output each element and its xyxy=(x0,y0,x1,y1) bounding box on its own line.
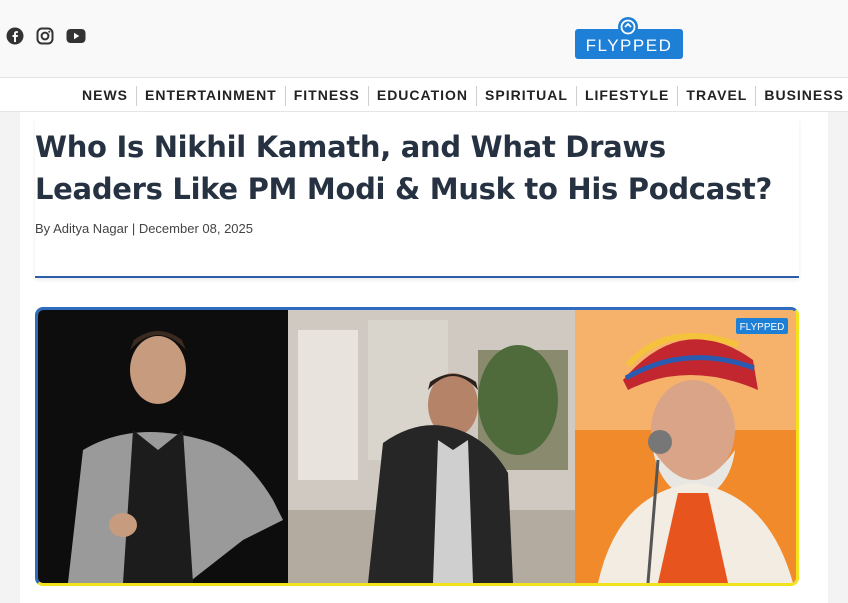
logo-text: FLYPPED xyxy=(586,36,673,55)
hero-watermark: FLYPPED xyxy=(740,322,785,333)
article-header-card: Who Is Nikhil Kamath, and What Draws Lea… xyxy=(35,118,799,278)
youtube-icon[interactable] xyxy=(66,26,86,46)
nav-item-lifestyle[interactable]: LIFESTYLE xyxy=(575,86,677,106)
article-meta: By Aditya Nagar | December 08, 2025 xyxy=(35,221,253,236)
nav-item-news[interactable]: NEWS xyxy=(74,86,136,106)
instagram-icon[interactable] xyxy=(36,26,54,46)
nav-item-entertainment[interactable]: ENTERTAINMENT xyxy=(136,86,285,106)
flypped-logo[interactable]: FLYPPED xyxy=(575,15,683,59)
social-links xyxy=(6,26,86,46)
nav-item-spiritual[interactable]: SPIRITUAL xyxy=(476,86,576,106)
site-header: FLYPPED xyxy=(0,0,848,77)
nav-item-education[interactable]: EDUCATION xyxy=(367,86,476,106)
article-title: Who Is Nikhil Kamath, and What Draws Lea… xyxy=(35,130,773,206)
facebook-icon[interactable] xyxy=(6,26,24,46)
main-nav: NEWS ENTERTAINMENT FITNESS EDUCATION SPI… xyxy=(0,77,848,112)
nav-item-travel[interactable]: TRAVEL xyxy=(677,86,755,106)
nav-item-business[interactable]: BUSINESS xyxy=(755,86,848,106)
hero-collage: FLYPPED xyxy=(38,310,796,583)
nav-item-fitness[interactable]: FITNESS xyxy=(284,86,368,106)
hero-image: FLYPPED xyxy=(35,307,799,586)
